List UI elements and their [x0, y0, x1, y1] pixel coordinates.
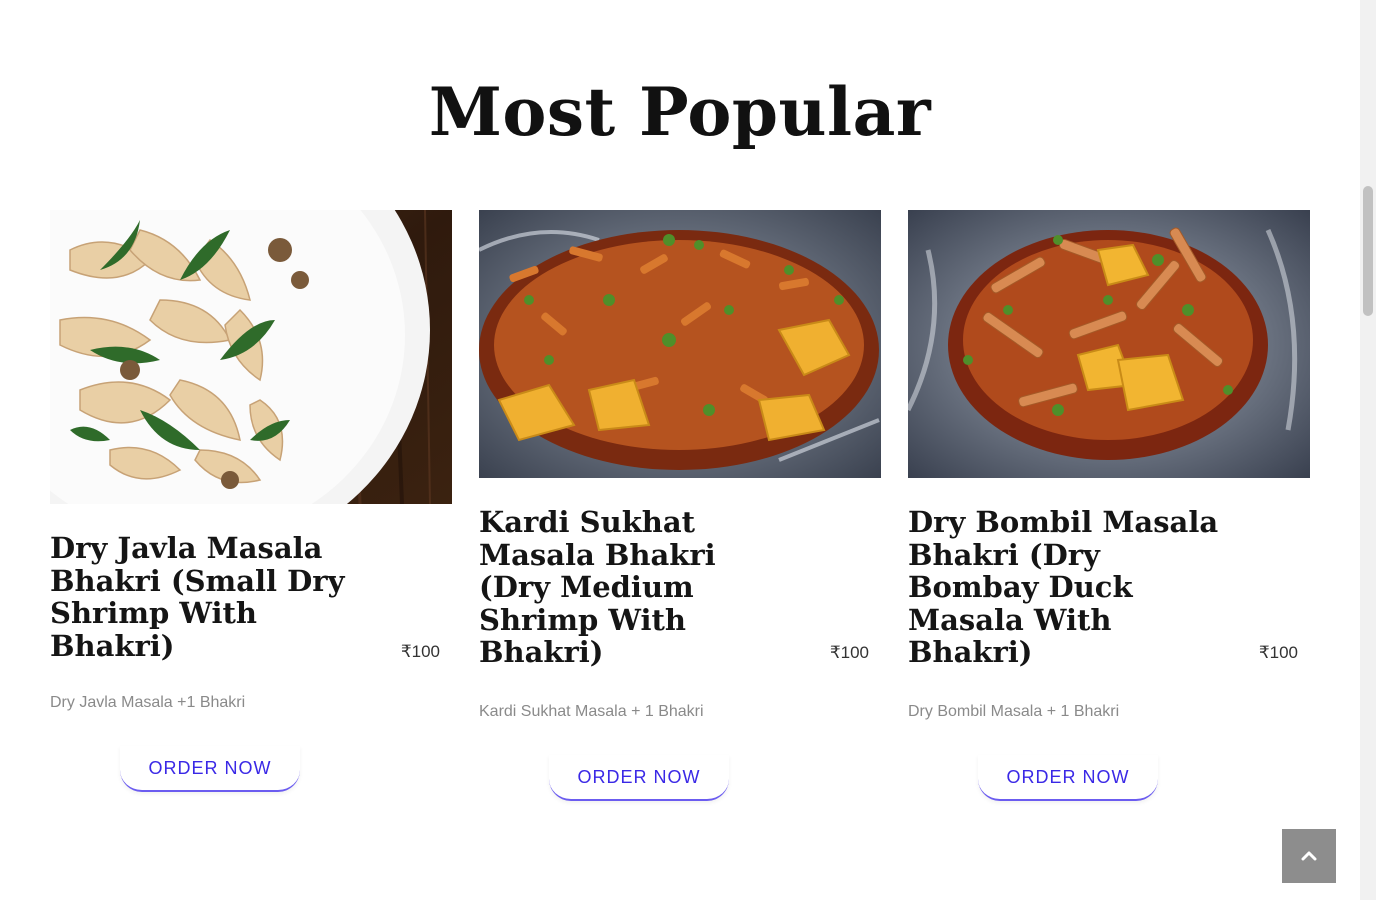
section-title: Most Popular — [428, 73, 932, 151]
product-image[interactable] — [50, 210, 452, 504]
card-title[interactable]: Dry Javla Masala Bhakri (Small Dry Shrim… — [50, 532, 360, 662]
card-title[interactable]: Dry Bombil Masala Bhakri (Dry Bombay Duc… — [908, 506, 1238, 669]
scrollbar[interactable] — [1360, 0, 1376, 900]
price: ₹100 — [829, 642, 869, 662]
product-card: Dry Javla Masala Bhakri (Small Dry Shrim… — [50, 210, 452, 792]
product-card: Dry Bombil Masala Bhakri (Dry Bombay Duc… — [908, 210, 1310, 801]
order-now-button[interactable]: ORDER NOW — [549, 754, 729, 801]
card-title-row: Dry Bombil Masala Bhakri (Dry Bombay Duc… — [908, 506, 1310, 669]
page: Most Popular Dry Javla Masala Bhakri (Sm… — [0, 0, 1376, 900]
card-description: Dry Javla Masala +1 Bhakri — [50, 694, 246, 711]
order-now-button[interactable]: ORDER NOW — [120, 746, 300, 792]
order-now-button[interactable]: ORDER NOW — [978, 754, 1158, 801]
card-description: Dry Bombil Masala + 1 Bhakri — [908, 702, 1120, 720]
product-card: Kardi Sukhat Masala Bhakri (Dry Medium S… — [479, 210, 881, 801]
card-title-row: Dry Javla Masala Bhakri (Small Dry Shrim… — [50, 532, 452, 662]
bombil-curry-image — [908, 210, 1310, 478]
price: ₹100 — [400, 642, 440, 661]
product-image[interactable] — [908, 210, 1310, 478]
price: ₹100 — [1258, 642, 1298, 662]
product-image[interactable] — [479, 210, 881, 478]
pasta-image — [50, 210, 452, 504]
shrimp-curry-image — [479, 210, 881, 478]
card-title[interactable]: Kardi Sukhat Masala Bhakri (Dry Medium S… — [479, 506, 769, 669]
card-title-row: Kardi Sukhat Masala Bhakri (Dry Medium S… — [479, 506, 881, 669]
scrollbar-thumb[interactable] — [1363, 186, 1373, 316]
back-to-top-button[interactable] — [1282, 829, 1336, 883]
chevron-up-icon — [1301, 851, 1317, 861]
card-description: Kardi Sukhat Masala + 1 Bhakri — [479, 702, 704, 720]
